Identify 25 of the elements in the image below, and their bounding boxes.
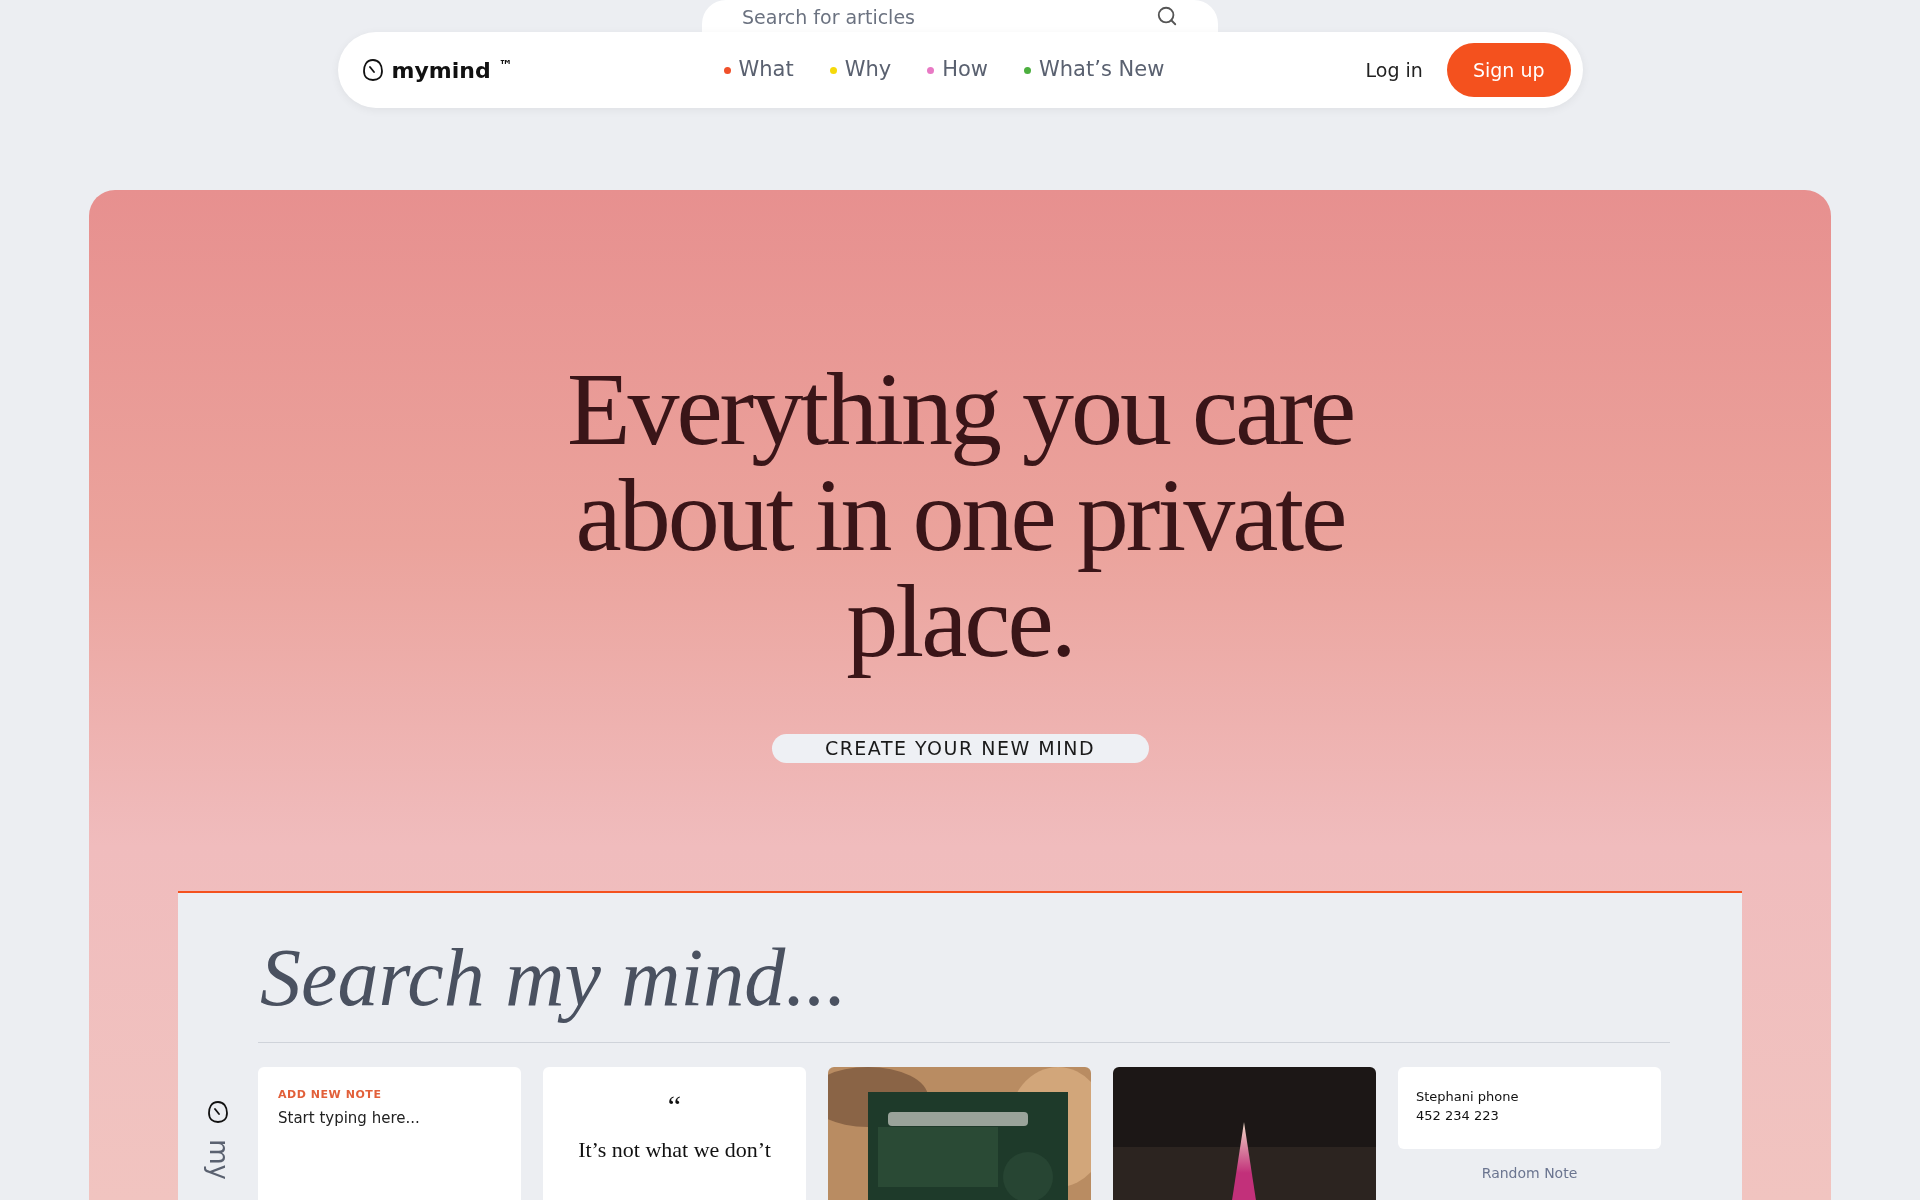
- note-card[interactable]: ADD NEW NOTE Start typing here...: [258, 1066, 521, 1200]
- mind-search-field[interactable]: Search my mind...: [258, 932, 1670, 1043]
- search-field[interactable]: Search for articles: [702, 0, 1218, 32]
- quote-mark: “: [667, 1090, 682, 1121]
- nav-link[interactable]: Why: [844, 54, 892, 86]
- hero-headline: Everything you care about in one private place.: [565, 350, 1355, 680]
- contact-line: Stephani phone: [1416, 1087, 1520, 1106]
- note-field[interactable]: Start typing here...: [278, 1107, 501, 1130]
- logo-icon: [207, 1099, 229, 1124]
- nav-link[interactable]: How: [942, 54, 989, 86]
- trademark: ™: [498, 55, 513, 75]
- contact-line: 452 234 223: [1416, 1106, 1500, 1125]
- create-mind-button[interactable]: CREATE YOUR NEW MIND: [771, 734, 1149, 763]
- side-label: my: [202, 1138, 235, 1180]
- logo-icon: [361, 58, 384, 82]
- contact-card[interactable]: Stephani phone 452 234 223: [1398, 1066, 1661, 1149]
- card-caption: Random Note: [1481, 1163, 1578, 1183]
- login-link[interactable]: Log in: [1365, 55, 1423, 85]
- search-icon[interactable]: [1156, 5, 1178, 27]
- quote-text: It’s not what we don’t: [578, 1135, 771, 1164]
- nav-link[interactable]: What’s New: [1039, 54, 1165, 86]
- nav-link[interactable]: What: [738, 54, 794, 86]
- card-label: ADD NEW NOTE: [278, 1086, 383, 1103]
- quote-card[interactable]: “ It’s not what we don’t: [543, 1066, 806, 1200]
- logo-text[interactable]: mymind: [391, 53, 491, 87]
